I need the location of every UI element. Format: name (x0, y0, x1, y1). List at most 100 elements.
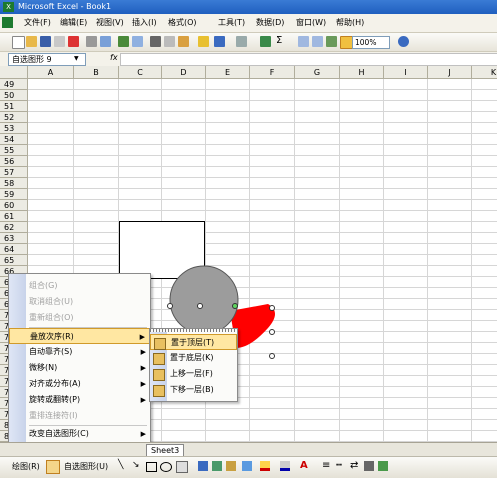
select-objects-icon[interactable] (46, 460, 60, 474)
hyperlink-icon[interactable] (260, 36, 271, 47)
autoshapes-menu-button[interactable]: 自选图形(U) (64, 461, 108, 472)
permission-icon[interactable] (54, 36, 65, 47)
row-header-58[interactable]: 58 (0, 178, 28, 189)
autosum-icon[interactable]: Σ (276, 35, 282, 46)
copy-icon[interactable] (164, 36, 175, 47)
column-header-c[interactable]: C (119, 66, 162, 79)
row-header-57[interactable]: 57 (0, 167, 28, 178)
row-header-52[interactable]: 52 (0, 112, 28, 123)
row-header-49[interactable]: 49 (0, 79, 28, 90)
open-icon[interactable] (26, 36, 37, 47)
menu-file[interactable]: 文件(F) (24, 17, 51, 28)
rectangle-tool-icon[interactable] (146, 462, 157, 472)
spelling-icon[interactable] (118, 36, 129, 47)
sort-ascending-icon[interactable] (298, 36, 309, 47)
context-menu-item-8[interactable]: 重排连接符(I) (9, 408, 150, 424)
row-header-59[interactable]: 59 (0, 189, 28, 200)
new-icon[interactable] (12, 36, 25, 49)
help-icon[interactable] (398, 36, 409, 47)
row-header-64[interactable]: 64 (0, 244, 28, 255)
selection-handle[interactable] (269, 329, 275, 335)
column-header-f[interactable]: F (250, 66, 295, 79)
column-header-e[interactable]: E (206, 66, 250, 79)
line-icon[interactable]: ╲ (118, 460, 123, 470)
diagram-icon[interactable] (212, 461, 222, 471)
undo-icon[interactable] (214, 36, 225, 47)
document-icon[interactable] (2, 17, 13, 28)
zoom-select[interactable]: 100% (352, 36, 390, 49)
draw-menu-button[interactable]: 绘图(R) (12, 461, 40, 472)
column-header-a[interactable]: A (28, 66, 74, 79)
fill-color-icon[interactable] (260, 461, 270, 471)
sort-descending-icon[interactable] (312, 36, 323, 47)
row-header-65[interactable]: 65 (0, 255, 28, 266)
context-menu-item-5[interactable]: 微移(N) ▶ (9, 360, 150, 376)
row-header-53[interactable]: 53 (0, 123, 28, 134)
textbox-icon[interactable] (176, 461, 188, 473)
shadow-style-icon[interactable] (364, 461, 374, 471)
menu-view[interactable]: 视图(V) (96, 17, 124, 28)
row-header-56[interactable]: 56 (0, 156, 28, 167)
row-header-62[interactable]: 62 (0, 222, 28, 233)
gray-circle-shape[interactable] (169, 265, 239, 335)
chart-wizard-icon[interactable] (326, 36, 337, 47)
print-icon[interactable] (86, 36, 97, 47)
research-icon[interactable] (132, 36, 143, 47)
line-color-icon[interactable] (280, 461, 290, 471)
column-header-i[interactable]: I (384, 66, 428, 79)
menu-insert[interactable]: 插入(I) (132, 17, 157, 28)
clipart-icon[interactable] (226, 461, 236, 471)
line-style-icon[interactable]: ≡ (322, 460, 330, 471)
arrow-icon[interactable]: ↘ (132, 460, 140, 470)
selection-handle[interactable] (197, 303, 203, 309)
row-header-54[interactable]: 54 (0, 134, 28, 145)
format-painter-icon[interactable] (198, 36, 209, 47)
redo-icon[interactable] (236, 36, 247, 47)
rotation-handle[interactable] (232, 303, 238, 309)
context-menu-item-6[interactable]: 对齐或分布(A) ▶ (9, 376, 150, 392)
chevron-down-icon[interactable]: ▼ (74, 55, 79, 62)
menu-data[interactable]: 数据(D) (256, 17, 284, 28)
row-header-51[interactable]: 51 (0, 101, 28, 112)
arrow-style-icon[interactable]: ⇄ (350, 460, 358, 471)
context-menu-item-4[interactable]: 自动靠齐(S) ▶ (9, 344, 150, 360)
menu-window[interactable]: 窗口(W) (296, 17, 326, 28)
row-header-63[interactable]: 63 (0, 233, 28, 244)
formula-input[interactable] (120, 53, 497, 66)
oval-tool-icon[interactable] (160, 462, 172, 472)
column-header-h[interactable]: H (340, 66, 384, 79)
row-header-60[interactable]: 60 (0, 200, 28, 211)
cut-icon[interactable] (150, 36, 161, 47)
menu-tools[interactable]: 工具(T) (218, 17, 245, 28)
context-menu-item-9[interactable]: 改变自选图形(C) ▶ (9, 426, 150, 442)
context-menu-item-1[interactable]: 取消组合(U) (9, 294, 150, 310)
selection-handle[interactable] (167, 303, 173, 309)
column-header-j[interactable]: J (428, 66, 472, 79)
selection-handle[interactable] (269, 305, 275, 311)
row-header-50[interactable]: 50 (0, 90, 28, 101)
submenu-item-2[interactable]: 上移一层(F) (150, 366, 237, 382)
save-icon[interactable] (40, 36, 51, 47)
column-header-g[interactable]: G (295, 66, 340, 79)
3d-style-icon[interactable] (378, 461, 388, 471)
row-header-61[interactable]: 61 (0, 211, 28, 222)
context-menu-item-2[interactable]: 重新组合(O) (9, 310, 150, 326)
menu-format[interactable]: 格式(O) (168, 17, 197, 28)
font-color-icon[interactable]: A (300, 460, 308, 471)
email-icon[interactable] (68, 36, 79, 47)
column-header-d[interactable]: D (162, 66, 206, 79)
print-preview-icon[interactable] (100, 36, 111, 47)
dash-style-icon[interactable]: ┅ (336, 460, 342, 471)
wordart-icon[interactable] (198, 461, 208, 471)
submenu-item-1[interactable]: 置于底层(K) (150, 350, 237, 366)
submenu-item-0[interactable]: 置于顶层(T) (150, 334, 237, 350)
select-all-corner[interactable] (0, 66, 28, 79)
picture-icon[interactable] (242, 461, 252, 471)
column-header-b[interactable]: B (74, 66, 119, 79)
row-header-55[interactable]: 55 (0, 145, 28, 156)
paste-icon[interactable] (178, 36, 189, 47)
column-header-k[interactable]: K (472, 66, 497, 79)
menu-edit[interactable]: 编辑(E) (60, 17, 87, 28)
context-menu-item-7[interactable]: 旋转或翻转(P) ▶ (9, 392, 150, 408)
selection-handle[interactable] (269, 353, 275, 359)
